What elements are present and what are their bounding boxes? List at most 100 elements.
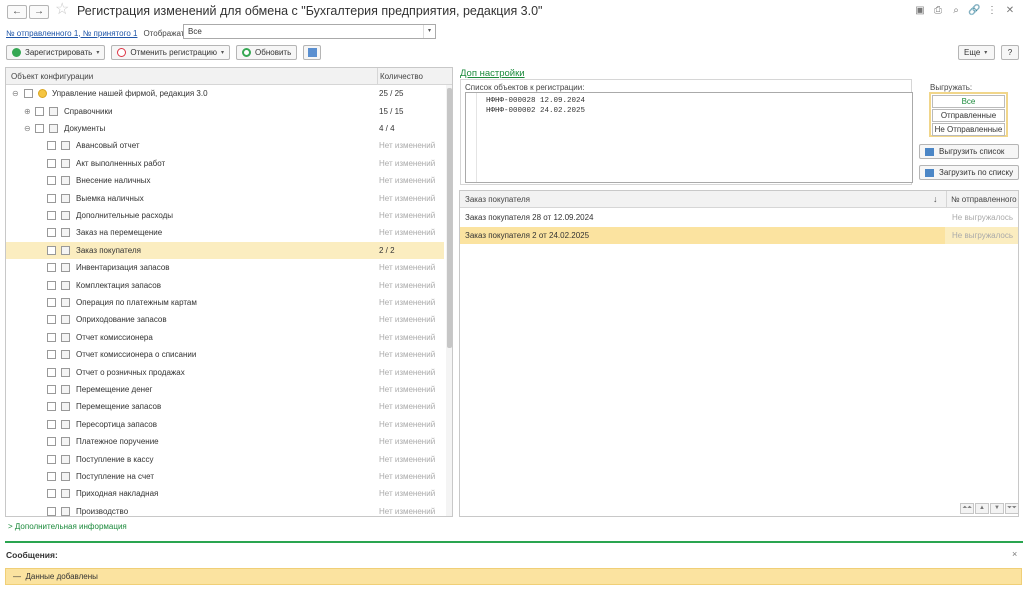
export-file-button[interactable] [303,45,322,60]
tree-row[interactable]: Оприходование запасов Нет изменений [6,311,444,328]
checkbox[interactable] [47,437,56,447]
col-count-header[interactable]: Количество [377,68,423,85]
next-icon[interactable]: ▼ [990,503,1004,514]
show-select[interactable]: Все ▾ [183,24,436,39]
refresh-button[interactable]: Обновить [236,45,298,60]
checkbox[interactable] [47,263,56,273]
export-option-not-sent[interactable]: Не Отправленные [932,123,1005,136]
checkbox[interactable] [24,89,33,99]
additional-info-toggle[interactable]: > Дополнительная информация [8,522,127,531]
tree-row[interactable]: Перемещение денег Нет изменений [6,381,444,398]
col-sent-header[interactable]: № отправленного [946,191,1017,208]
chevron-down-icon[interactable]: ▾ [423,25,435,38]
checkbox[interactable] [47,384,56,394]
collapse-icon[interactable]: ⊖ [24,124,31,133]
checkbox[interactable] [47,471,56,481]
link-icon[interactable]: 🔗 [968,5,980,17]
more-button[interactable]: Еще ▾ [958,45,995,60]
checkbox[interactable] [47,350,56,360]
count-cell: Нет изменений [379,437,436,447]
table-row-selected[interactable]: Заказ покупателя 2 от 24.02.2025 Не выгр… [460,227,1018,244]
checkbox[interactable] [47,489,56,499]
tree-row[interactable]: Выемка наличных Нет изменений [6,189,444,206]
cancel-registration-button[interactable]: Отменить регистрацию ▾ [111,45,231,60]
checkbox[interactable] [47,193,56,203]
expand-icon[interactable]: ⊕ [24,107,31,116]
checkbox[interactable] [47,228,56,238]
last-page-icon[interactable]: ⏷⏷ [1005,503,1019,514]
upload-list-label: Выгрузить список [939,147,1005,156]
document-icon [61,210,70,220]
extra-settings-link[interactable]: Доп настройки [460,68,525,79]
checkbox[interactable] [47,297,56,307]
preview-icon[interactable]: ⌕ [950,5,962,17]
print-icon[interactable]: ⎙ [932,5,944,17]
more-icon[interactable]: ⋮ [986,5,998,17]
checkbox[interactable] [47,402,56,412]
tree-row[interactable]: ⊖ Управление нашей фирмой, редакция 3.0 25… [6,85,444,102]
back-button[interactable]: ← [7,5,27,19]
checkbox[interactable] [47,280,56,290]
tree-row[interactable]: Акт выполненных работ Нет изменений [6,155,444,172]
message-item[interactable]: — Данные добавлены [5,568,1022,585]
help-button[interactable]: ? [1001,45,1019,60]
tree-row[interactable]: Инвентаризация запасов Нет изменений [6,259,444,276]
forward-button[interactable]: → [29,5,49,19]
checkbox[interactable] [47,367,56,377]
tree-row[interactable]: Приходная накладная Нет изменений [6,485,444,502]
tree-row[interactable]: Платежное поручение Нет изменений [6,433,444,450]
tree-row[interactable]: ⊕ Справочники 15 / 15 [6,102,444,119]
close-icon[interactable]: × [1012,549,1017,559]
tree-item-label: Справочники [64,106,113,116]
tree-row[interactable]: Поступление на счет Нет изменений [6,468,444,485]
tree-row-selected[interactable]: Заказ покупателя 2 / 2 [6,241,444,259]
table-row[interactable]: Заказ покупателя 28 от 12.09.2024 Не выг… [460,209,1018,226]
export-option-all[interactable]: Все [932,95,1005,108]
registration-list-textarea[interactable]: НФНФ-000028 12.09.2024 НФНФ-000002 24.02… [465,92,913,183]
checkbox[interactable] [35,106,44,116]
prev-icon[interactable]: ▲ [975,503,989,514]
tree-scrollbar[interactable] [446,85,452,516]
load-by-list-button[interactable]: Загрузить по списку [919,165,1019,180]
col-object-header[interactable]: Объект конфигурации [11,72,93,81]
favorite-star-icon[interactable]: ☆ [55,2,69,18]
tree-row[interactable]: Авансовый отчет Нет изменений [6,137,444,154]
col-order-header[interactable]: Заказ покупателя [465,195,530,204]
checkbox[interactable] [47,210,56,220]
checkbox[interactable] [47,454,56,464]
register-button[interactable]: Зарегистрировать ▾ [6,45,106,60]
count-cell: Нет изменений [379,454,436,464]
sent-received-link[interactable]: № отправленного 1, № принятого 1 [6,29,137,38]
tree-row[interactable]: ⊖ Документы 4 / 4 [6,120,444,137]
tree-row[interactable]: Поступление в кассу Нет изменений [6,450,444,467]
save-icon[interactable]: ▣ [914,5,926,17]
checkbox[interactable] [47,419,56,429]
tree-row[interactable]: Производство Нет изменений [6,503,444,516]
tree-row[interactable]: Пересортица запасов Нет изменений [6,416,444,433]
export-option-sent[interactable]: Отправленные [932,109,1005,122]
checkbox[interactable] [47,332,56,342]
first-page-icon[interactable]: ⏶⏶ [960,503,974,514]
tree-row[interactable]: Дополнительные расходы Нет изменений [6,207,444,224]
checkbox[interactable] [35,123,44,133]
checkbox[interactable] [47,245,56,255]
tree-row[interactable]: Отчет о розничных продажах Нет изменений [6,363,444,380]
tree-row[interactable]: Перемещение запасов Нет изменений [6,398,444,415]
collapse-icon[interactable]: ⊖ [12,89,19,98]
checkbox[interactable] [47,141,56,151]
tree-row[interactable]: Отчет комиссионера Нет изменений [6,329,444,346]
sort-desc-icon[interactable]: ↓ [933,194,938,204]
scroll-thumb[interactable] [447,88,452,348]
checkbox[interactable] [47,506,56,516]
tree-row[interactable]: Комплектация запасов Нет изменений [6,276,444,293]
tree-row[interactable]: Отчет комиссионера о списании Нет изменен… [6,346,444,363]
tree-row[interactable]: Заказ на перемещение Нет изменений [6,224,444,241]
tree-row[interactable]: Внесение наличных Нет изменений [6,172,444,189]
checkbox[interactable] [47,158,56,168]
tree-row[interactable]: Операция по платежным картам Нет изменени… [6,294,444,311]
close-icon[interactable]: ✕ [1004,5,1016,17]
upload-list-button[interactable]: Выгрузить список [919,144,1019,159]
document-icon [61,193,70,203]
checkbox[interactable] [47,315,56,325]
checkbox[interactable] [47,176,56,186]
